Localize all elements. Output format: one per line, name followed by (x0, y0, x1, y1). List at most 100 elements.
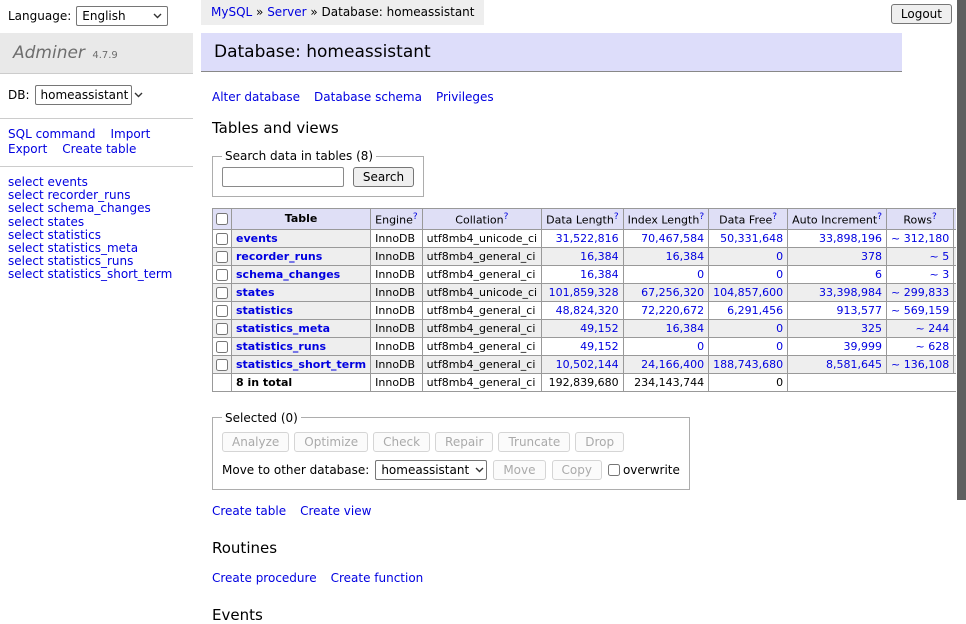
bulk-repair-button[interactable]: Repair (435, 432, 493, 452)
sidebar-action-import[interactable]: Import (110, 127, 150, 141)
sidebar-item-select-schema-changes[interactable]: select schema_changes (8, 202, 185, 215)
help-icon[interactable]: ? (504, 212, 509, 222)
bulk-optimize-button[interactable]: Optimize (294, 432, 368, 452)
data-free-link[interactable]: 0 (776, 250, 783, 263)
auto-increment-link[interactable]: 39,999 (844, 340, 883, 353)
link-create-table[interactable]: Create table (212, 504, 286, 518)
select-all-checkbox[interactable] (216, 213, 228, 225)
index-length-link[interactable]: 24,166,400 (641, 358, 704, 371)
index-length-link[interactable]: 0 (697, 268, 704, 281)
logout-button[interactable]: Logout (891, 4, 952, 24)
row-checkbox[interactable] (216, 359, 228, 371)
row-checkbox[interactable] (216, 323, 228, 335)
table-link-statistics[interactable]: statistics (236, 304, 293, 317)
rows-link[interactable]: ~ 244 (915, 322, 949, 335)
rows-link[interactable]: ~ 299,833 (891, 286, 949, 299)
data-free-link[interactable]: 0 (776, 322, 783, 335)
data-length-link[interactable]: 49,152 (580, 340, 619, 353)
data-length-link[interactable]: 31,522,816 (556, 232, 619, 245)
routines-heading: Routines (212, 539, 902, 557)
auto-increment-link[interactable]: 325 (861, 322, 882, 335)
sidebar-action-export[interactable]: Export (8, 142, 47, 156)
bulk-truncate-button[interactable]: Truncate (498, 432, 570, 452)
row-checkbox[interactable] (216, 269, 228, 281)
data-length-link[interactable]: 16,384 (580, 250, 619, 263)
rows-link[interactable]: ~ 5 (929, 250, 949, 263)
auto-increment-link[interactable]: 33,398,984 (819, 286, 882, 299)
link-create-view[interactable]: Create view (300, 504, 371, 518)
bulk-analyze-button[interactable]: Analyze (222, 432, 289, 452)
scrollbar-thumb[interactable] (957, 0, 966, 500)
index-length-link[interactable]: 16,384 (666, 322, 705, 335)
sidebar-item-select-states[interactable]: select states (8, 216, 185, 229)
index-length-link[interactable]: 0 (697, 340, 704, 353)
link-privileges[interactable]: Privileges (436, 90, 494, 104)
link-alter-database[interactable]: Alter database (212, 90, 300, 104)
move-button[interactable]: Move (493, 460, 545, 480)
overwrite-checkbox[interactable] (608, 464, 620, 476)
search-button[interactable]: Search (353, 167, 414, 187)
copy-button[interactable]: Copy (552, 460, 602, 480)
link-create-function[interactable]: Create function (331, 571, 424, 585)
table-link-events[interactable]: events (236, 232, 278, 245)
scrollbar-track[interactable] (956, 0, 966, 543)
row-checkbox[interactable] (216, 305, 228, 317)
table-link-statistics-runs[interactable]: statistics_runs (236, 340, 326, 353)
table-link-statistics-meta[interactable]: statistics_meta (236, 322, 330, 335)
rows-link[interactable]: ~ 569,159 (891, 304, 949, 317)
select-all-cell (213, 209, 232, 230)
row-checkbox[interactable] (216, 341, 228, 353)
index-length-link[interactable]: 72,220,672 (641, 304, 704, 317)
sidebar-item-select-statistics-short-term[interactable]: select statistics_short_term (8, 268, 185, 281)
link-create-procedure[interactable]: Create procedure (212, 571, 317, 585)
index-length-link[interactable]: 16,384 (666, 250, 705, 263)
bulk-drop-button[interactable]: Drop (575, 432, 624, 452)
index-length-link[interactable]: 70,467,584 (641, 232, 704, 245)
data-length-link[interactable]: 101,859,328 (549, 286, 619, 299)
auto-increment-link[interactable]: 8,581,645 (826, 358, 882, 371)
data-length-link[interactable]: 10,502,144 (556, 358, 619, 371)
help-icon[interactable]: ? (772, 212, 777, 222)
row-checkbox[interactable] (216, 251, 228, 263)
data-free-cell: 188,743,680 (709, 355, 788, 373)
rows-link[interactable]: ~ 628 (915, 340, 949, 353)
row-checkbox[interactable] (216, 233, 228, 245)
data-length-link[interactable]: 48,824,320 (556, 304, 619, 317)
move-database-select[interactable]: homeassistant (375, 460, 487, 480)
db-select[interactable]: homeassistant (35, 85, 132, 105)
help-icon[interactable]: ? (413, 212, 418, 222)
data-free-link[interactable]: 6,291,456 (727, 304, 783, 317)
data-free-link[interactable]: 0 (776, 340, 783, 353)
table-link-schema-changes[interactable]: schema_changes (236, 268, 340, 281)
breadcrumb-mysql[interactable]: MySQL (211, 5, 252, 19)
index-length-link[interactable]: 67,256,320 (641, 286, 704, 299)
link-database-schema[interactable]: Database schema (314, 90, 422, 104)
breadcrumb-server[interactable]: Server (267, 5, 306, 19)
data-length-link[interactable]: 16,384 (580, 268, 619, 281)
language-select[interactable]: English (76, 6, 168, 26)
data-length-link[interactable]: 49,152 (580, 322, 619, 335)
table-link-statistics-short-term[interactable]: statistics_short_term (236, 358, 366, 371)
help-icon[interactable]: ? (877, 212, 882, 222)
search-input[interactable] (222, 167, 344, 187)
bulk-check-button[interactable]: Check (373, 432, 430, 452)
auto-increment-link[interactable]: 33,898,196 (819, 232, 882, 245)
auto-increment-link[interactable]: 378 (861, 250, 882, 263)
data-free-link[interactable]: 188,743,680 (713, 358, 783, 371)
rows-link[interactable]: ~ 136,108 (891, 358, 949, 371)
rows-link[interactable]: ~ 3 (929, 268, 949, 281)
table-link-recorder-runs[interactable]: recorder_runs (236, 250, 322, 263)
data-free-link[interactable]: 0 (776, 268, 783, 281)
sidebar-action-create-table[interactable]: Create table (62, 142, 136, 156)
auto-increment-link[interactable]: 913,577 (837, 304, 883, 317)
help-icon[interactable]: ? (614, 212, 619, 222)
table-link-states[interactable]: states (236, 286, 275, 299)
rows-link[interactable]: ~ 312,180 (891, 232, 949, 245)
auto-increment-link[interactable]: 6 (875, 268, 882, 281)
data-free-link[interactable]: 50,331,648 (720, 232, 783, 245)
row-checkbox[interactable] (216, 287, 228, 299)
sidebar-action-sql-command[interactable]: SQL command (8, 127, 95, 141)
data-free-link[interactable]: 104,857,600 (713, 286, 783, 299)
help-icon[interactable]: ? (932, 212, 937, 222)
help-icon[interactable]: ? (699, 212, 704, 222)
